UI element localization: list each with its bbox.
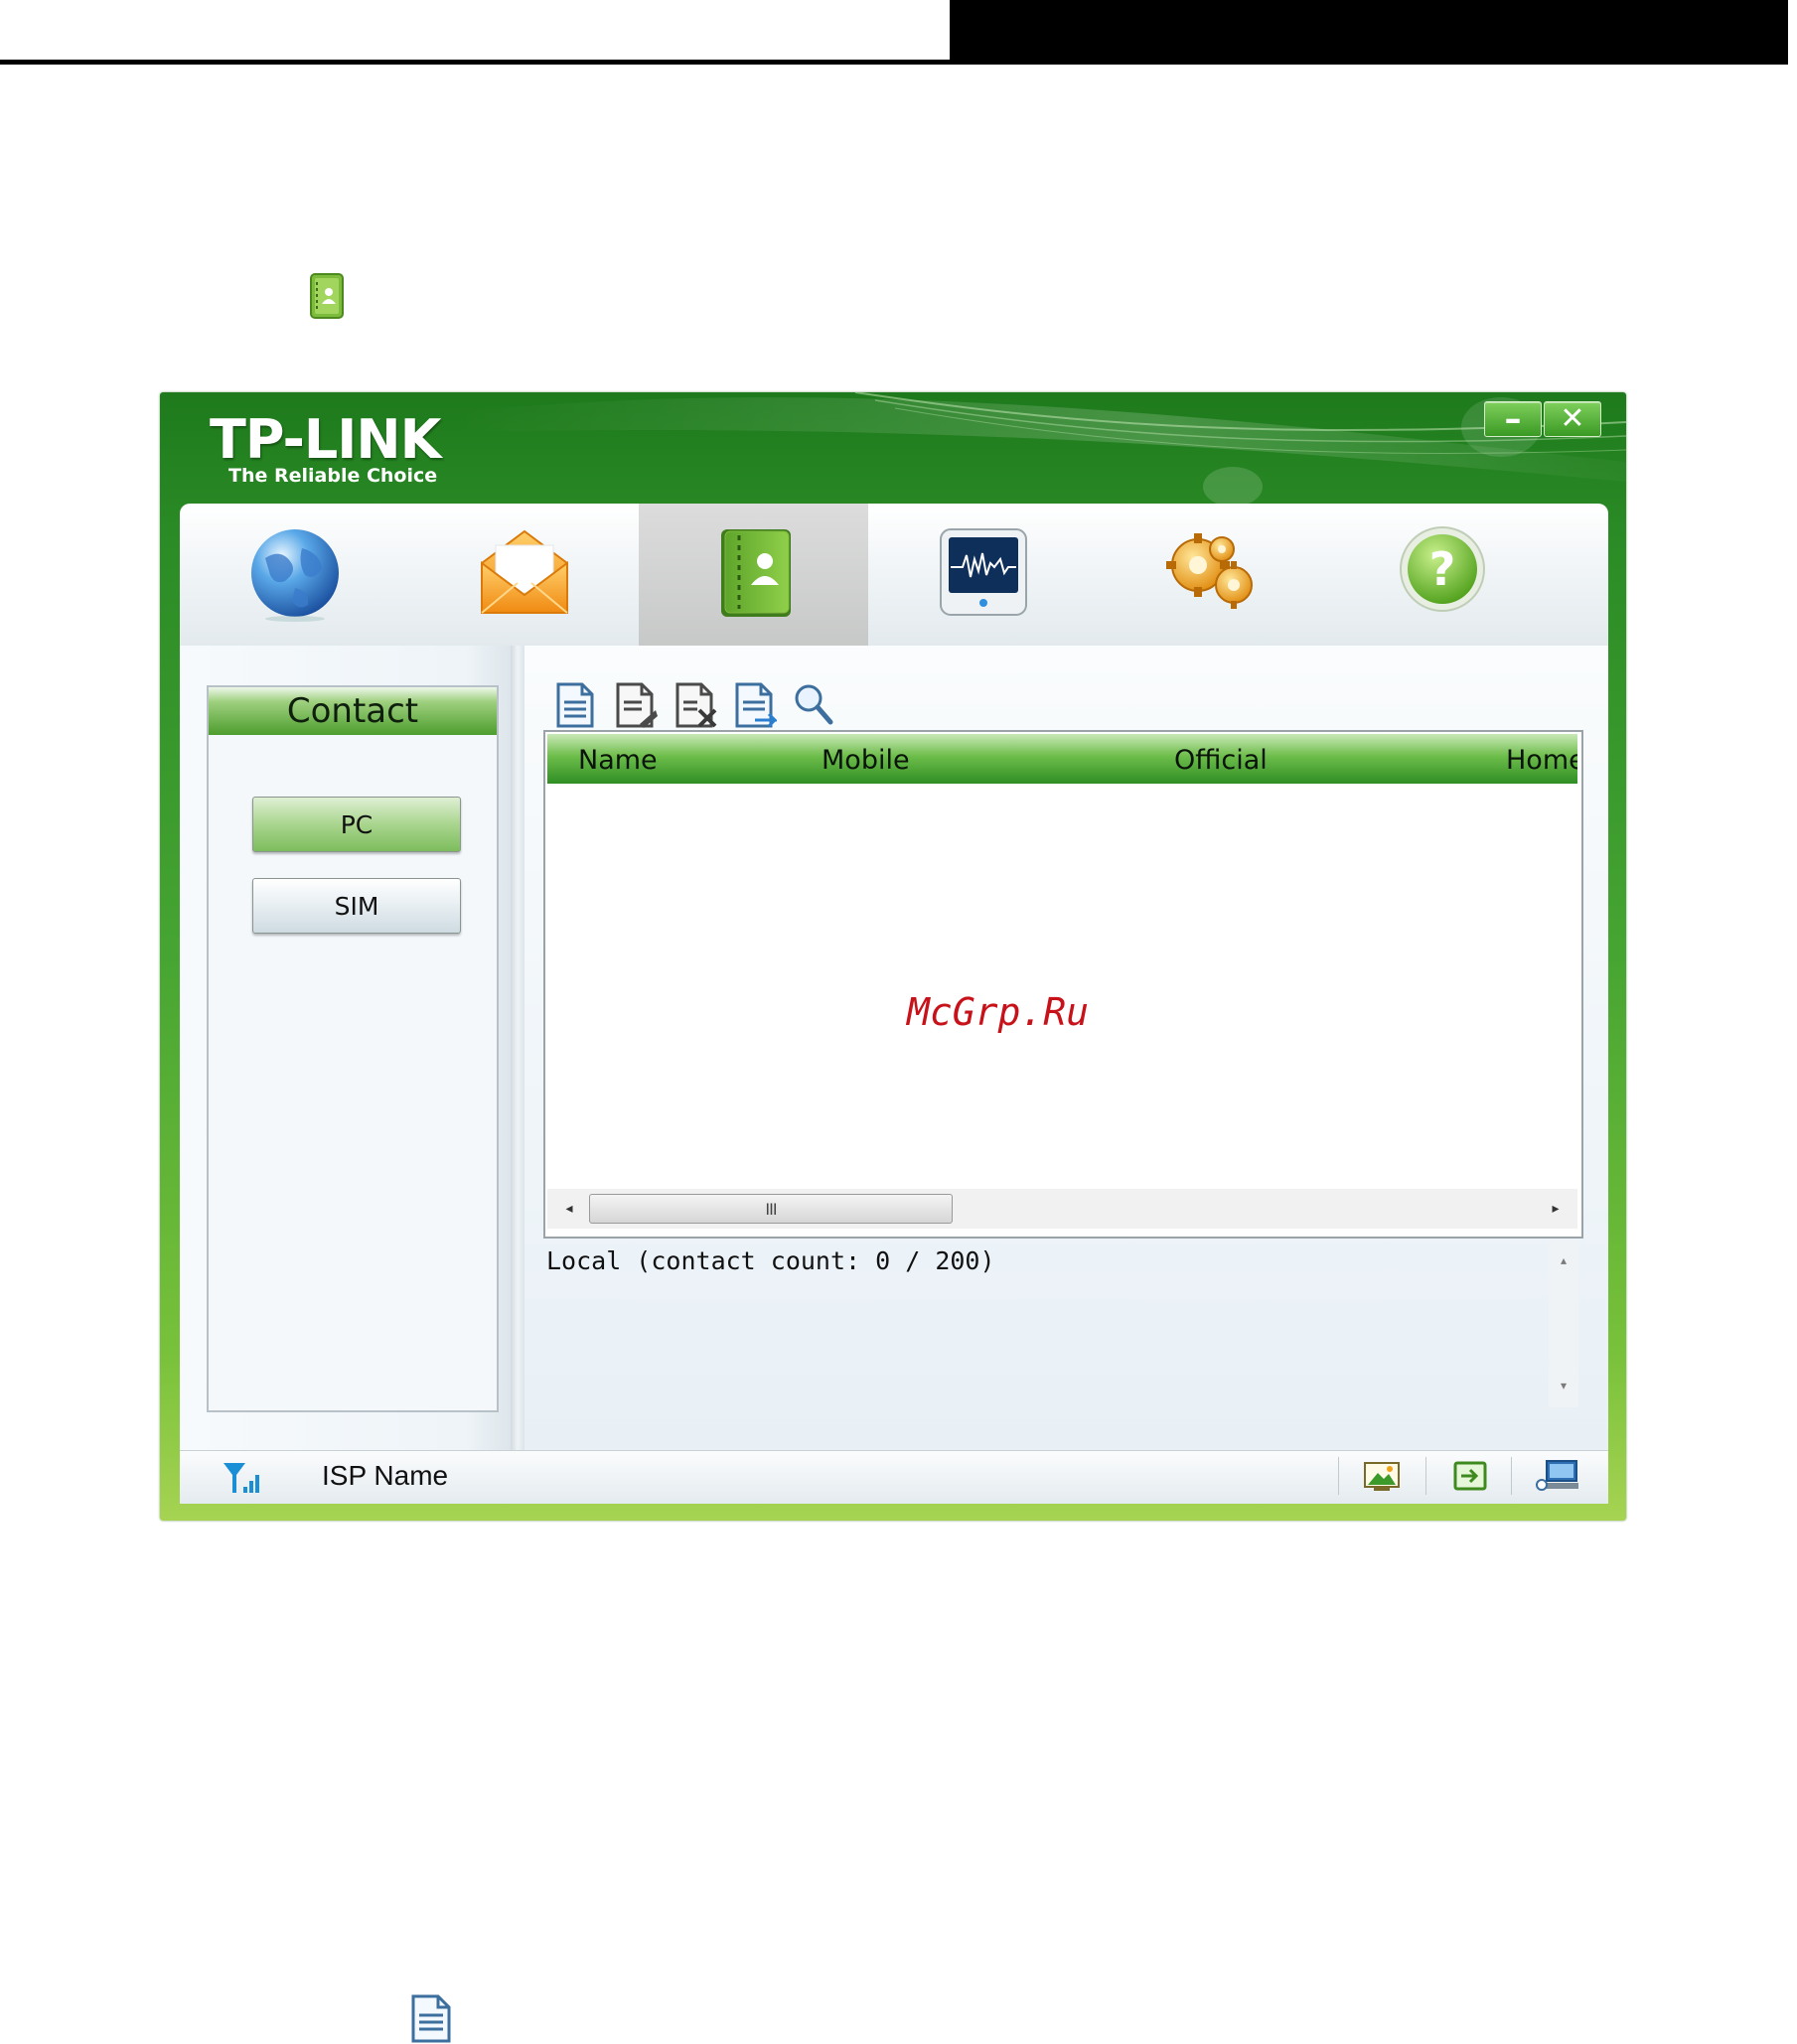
table-header: Name Mobile Official Home (547, 734, 1577, 784)
gears-icon (1165, 533, 1253, 609)
scrollbar-thumb[interactable]: III (589, 1194, 953, 1224)
sidebar-title: Contact (209, 687, 497, 735)
column-header-official[interactable]: Official (1174, 734, 1268, 784)
monitor-waveform-icon (939, 528, 1027, 616)
contact-panel: Contact PC SIM (207, 685, 499, 1412)
pc-button[interactable]: PC (252, 797, 461, 852)
isp-name: ISP Name (322, 1460, 449, 1491)
panel-divider (511, 646, 524, 1450)
globe-icon (250, 529, 339, 622)
picture-icon[interactable] (1362, 1459, 1402, 1493)
nav-bar: ? (180, 504, 1608, 646)
network-computer-icon[interactable] (1535, 1459, 1578, 1493)
status-bar: ISP Name (180, 1450, 1608, 1504)
new-contact-icon[interactable] (552, 680, 598, 730)
contact-book-icon (720, 529, 791, 617)
status-text-area: Local (contact count: 0 / 200) ▴ ▾ (543, 1241, 1579, 1409)
svg-text:?: ? (1428, 542, 1455, 596)
document-header-bar (950, 0, 1788, 60)
scroll-down-arrow[interactable]: ▾ (1554, 1376, 1573, 1395)
scroll-up-arrow[interactable]: ▴ (1554, 1250, 1573, 1270)
document-header-rule (0, 60, 1788, 65)
brand-logo: TP-LINK (210, 408, 441, 471)
connection-icon[interactable] (1451, 1459, 1491, 1493)
scrollbar-grip: III (765, 1199, 777, 1219)
tab-settings[interactable] (1098, 504, 1327, 646)
tab-internet[interactable] (180, 504, 409, 646)
edit-contact-icon[interactable] (612, 680, 658, 730)
title-bar: TP-LINK The Reliable Choice – ✕ (160, 392, 1626, 504)
copy-contact-icon[interactable] (731, 680, 777, 730)
column-header-name[interactable]: Name (578, 734, 658, 784)
status-separator (1511, 1457, 1512, 1495)
status-separator (1425, 1457, 1426, 1495)
contact-count-text: Local (contact count: 0 / 200) (546, 1246, 995, 1275)
minimize-icon: – (1504, 399, 1522, 439)
column-header-mobile[interactable]: Mobile (822, 734, 910, 784)
table-body: McGrp.Ru (547, 784, 1577, 1185)
tab-help[interactable]: ? (1327, 504, 1557, 646)
contact-table: Name Mobile Official Home McGrp.Ru ◂ III… (543, 730, 1583, 1239)
app-window: TP-LINK The Reliable Choice – ✕ ? Contac… (160, 392, 1626, 1521)
signal-strength-icon (224, 1463, 259, 1493)
search-icon[interactable] (791, 680, 836, 730)
envelope-icon (480, 529, 568, 614)
contact-book-icon (310, 273, 344, 319)
help-icon: ? (1399, 526, 1485, 612)
column-header-home[interactable]: Home (1506, 734, 1577, 784)
minimize-button[interactable]: – (1484, 401, 1542, 437)
watermark-text: McGrp.Ru (905, 990, 1089, 1034)
watermark: McGrp.Ru (905, 990, 1089, 1034)
content-area: Contact PC SIM Name Mobile Official Home… (180, 646, 1608, 1450)
close-button[interactable]: ✕ (1544, 401, 1601, 437)
scroll-right-arrow[interactable]: ▸ (1546, 1199, 1566, 1219)
brand-tagline: The Reliable Choice (228, 465, 438, 487)
sim-button[interactable]: SIM (252, 878, 461, 934)
vertical-scrollbar[interactable]: ▴ ▾ (1549, 1241, 1578, 1407)
sidebar: Contact PC SIM (180, 646, 517, 1450)
scroll-left-arrow[interactable]: ◂ (559, 1199, 579, 1219)
horizontal-scrollbar[interactable]: ◂ III ▸ (547, 1189, 1577, 1229)
new-contact-icon (411, 1994, 451, 2043)
close-icon: ✕ (1560, 401, 1585, 436)
tab-contact[interactable] (639, 504, 868, 646)
status-separator (1338, 1457, 1339, 1495)
delete-contact-icon[interactable] (672, 680, 717, 730)
tab-sms[interactable] (409, 504, 639, 646)
tab-statistics[interactable] (868, 504, 1098, 646)
